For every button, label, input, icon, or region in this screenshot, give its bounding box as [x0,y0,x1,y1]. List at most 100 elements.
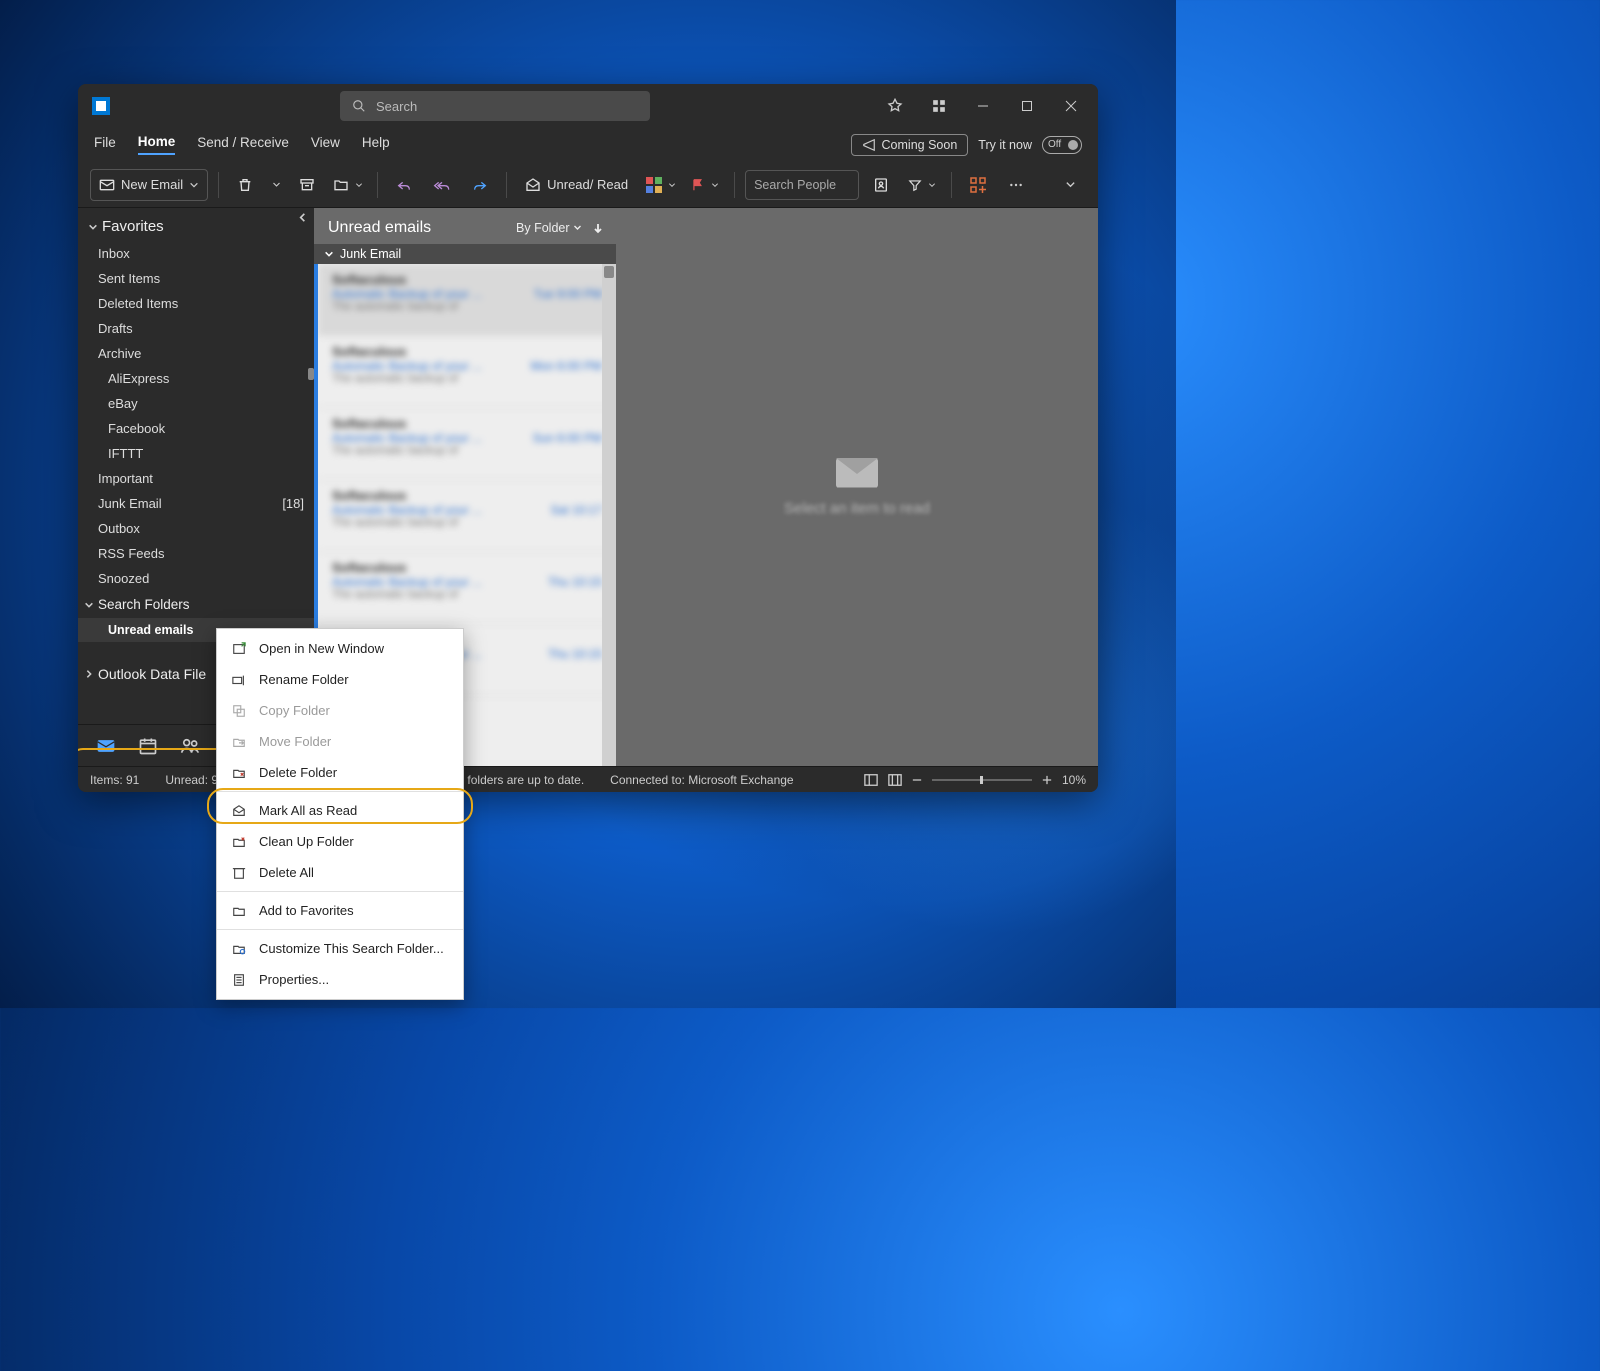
more-button[interactable] [1000,169,1032,201]
status-connected: Connected to: Microsoft Exchange [610,773,793,787]
message-item[interactable]: SoftaculousAutomatic Backup of your ...T… [318,264,616,336]
sort-by-folder[interactable]: By Folder [516,221,582,235]
mail-icon [99,177,115,193]
search-people-input[interactable]: Search People [745,170,859,200]
move-button[interactable] [329,169,367,201]
mark-read-icon [231,803,247,819]
premium-icon[interactable] [876,84,914,128]
zoom-out-icon[interactable] [912,775,922,785]
ctx-delete-folder[interactable]: Delete Folder [217,757,463,788]
forward-icon [472,177,488,193]
flag-button[interactable] [686,169,724,201]
cleanup-icon [231,834,247,850]
message-item[interactable]: SoftaculousAutomatic Backup of your ...S… [318,480,616,552]
ctx-add-favorites[interactable]: Add to Favorites [217,895,463,926]
folder-context-menu: Open in New Window Rename Folder Copy Fo… [216,628,464,1000]
ribbon-collapse[interactable] [1054,169,1086,201]
filter-button[interactable] [903,169,941,201]
customize-icon [231,941,247,957]
envelope-open-icon [525,177,541,193]
folder-facebook[interactable]: Facebook [78,416,314,441]
message-item[interactable]: SoftaculousAutomatic Backup of your ...M… [318,336,616,408]
sidebar-collapse-button[interactable] [297,211,308,226]
apps-icon[interactable] [920,84,958,128]
coming-soon-toggle[interactable]: Off [1042,136,1082,154]
folder-drafts[interactable]: Drafts [78,316,314,341]
addins-button[interactable] [962,169,994,201]
ctx-move-folder: Move Folder [217,726,463,757]
menu-help[interactable]: Help [362,135,390,154]
archive-button[interactable] [291,169,323,201]
message-item[interactable]: SoftaculousAutomatic Backup of your ...T… [318,552,616,624]
maximize-button[interactable] [1008,84,1046,128]
close-button[interactable] [1052,84,1090,128]
menu-view[interactable]: View [311,135,340,154]
ctx-rename-folder[interactable]: Rename Folder [217,664,463,695]
folder-junk[interactable]: Junk Email[18] [78,491,314,516]
filter-icon [908,178,922,192]
sort-arrow-icon[interactable] [592,222,604,234]
folder-ifttt[interactable]: IFTTT [78,441,314,466]
coming-soon-button[interactable]: Coming Soon [851,134,969,156]
ctx-delete-all[interactable]: Delete All [217,857,463,888]
ctx-properties[interactable]: Properties... [217,964,463,995]
mail-nav-icon[interactable] [96,736,116,756]
reading-pane: Select an item to read [616,208,1098,766]
folder-outbox[interactable]: Outbox [78,516,314,541]
search-placeholder: Search [376,99,417,114]
folder-important[interactable]: Important [78,466,314,491]
search-box[interactable]: Search [340,91,650,121]
message-list-header: Unread emails By Folder [314,208,616,244]
forward-button[interactable] [464,169,496,201]
titlebar: Search [78,84,1098,128]
zoom-in-icon[interactable] [1042,775,1052,785]
minimize-button[interactable] [964,84,1002,128]
folder-aliexpress[interactable]: AliExpress [78,366,314,391]
people-nav-icon[interactable] [180,736,200,756]
delete-button[interactable] [229,169,261,201]
view-normal-icon[interactable] [864,773,878,787]
folder-snoozed[interactable]: Snoozed [78,566,314,591]
message-scrollbar[interactable] [602,264,616,766]
address-book-icon [873,177,889,193]
folder-ebay[interactable]: eBay [78,391,314,416]
properties-icon [231,972,247,988]
chevron-left-icon [297,212,308,223]
reply-all-button[interactable] [426,169,458,201]
menu-home[interactable]: Home [138,134,176,155]
delete-dropdown[interactable] [267,169,285,201]
reply-all-icon [433,177,451,193]
chevron-down-icon [711,181,719,189]
chevron-down-icon [1065,179,1076,190]
folder-deleted[interactable]: Deleted Items [78,291,314,316]
menu-send-receive[interactable]: Send / Receive [197,135,289,154]
megaphone-icon [862,138,876,152]
calendar-nav-icon[interactable] [138,736,158,756]
zoom-slider[interactable] [932,779,1032,781]
ctx-cleanup-folder[interactable]: Clean Up Folder [217,826,463,857]
envelope-placeholder-icon [836,458,878,488]
categorize-button[interactable] [642,169,680,201]
chevron-right-icon [84,669,94,679]
search-folders-header[interactable]: Search Folders [78,591,314,618]
ellipsis-icon [1008,177,1024,193]
chevron-down-icon [324,249,334,259]
view-reading-icon[interactable] [888,773,902,787]
menu-file[interactable]: File [94,135,116,154]
folder-sent[interactable]: Sent Items [78,266,314,291]
reply-button[interactable] [388,169,420,201]
ctx-open-new-window[interactable]: Open in New Window [217,633,463,664]
address-book-button[interactable] [865,169,897,201]
message-item[interactable]: SoftaculousAutomatic Backup of your ...S… [318,408,616,480]
ribbon: New Email Unread/ Read Search People [78,162,1098,208]
ctx-customize[interactable]: Customize This Search Folder... [217,933,463,964]
ctx-mark-all-read[interactable]: Mark All as Read [217,795,463,826]
folder-inbox[interactable]: Inbox [78,241,314,266]
chevron-down-icon [668,181,676,189]
folder-rss[interactable]: RSS Feeds [78,541,314,566]
unread-read-button[interactable]: Unread/ Read [517,169,636,201]
new-email-button[interactable]: New Email [90,169,208,201]
folder-archive[interactable]: Archive [78,341,314,366]
group-junk-email[interactable]: Junk Email [314,244,616,264]
favorites-header[interactable]: Favorites [78,212,314,241]
